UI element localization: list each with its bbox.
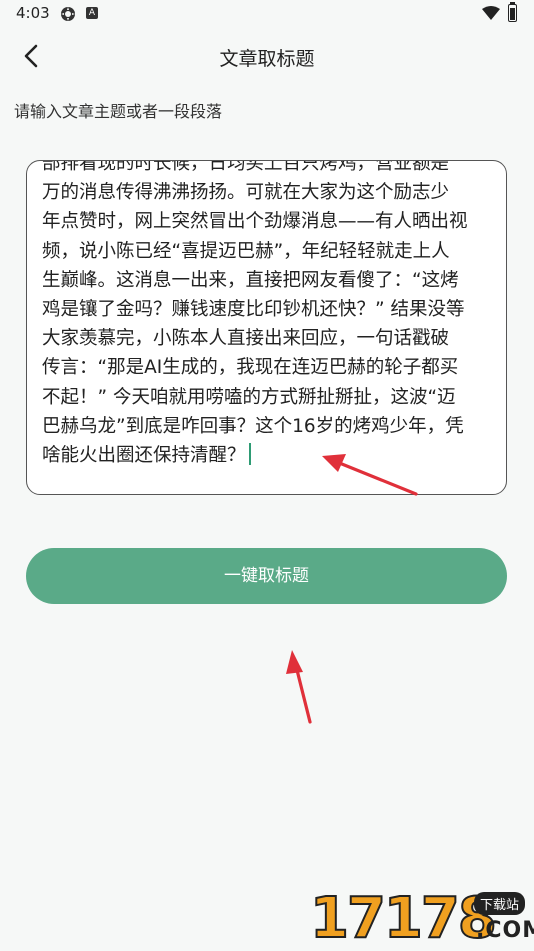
red-arrow-icon: [322, 454, 418, 496]
watermark-suffix: .COM: [476, 918, 534, 943]
red-arrow-icon: [286, 650, 312, 724]
annotation-arrows: [286, 454, 418, 724]
watermark-badge: 下载站: [474, 892, 526, 915]
watermark-digits: 17178: [309, 886, 498, 951]
watermark-logo: 17178 下载站 .COM: [309, 886, 534, 951]
